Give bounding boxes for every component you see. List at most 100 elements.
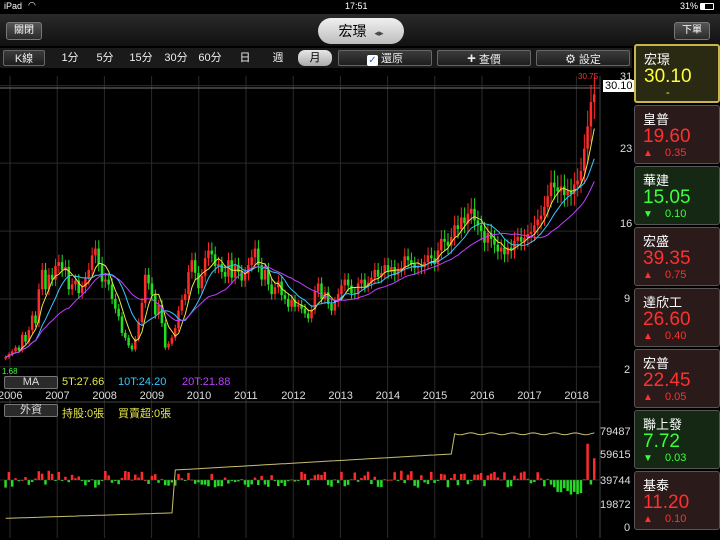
candle-body — [296, 304, 300, 307]
candle-body — [469, 208, 473, 214]
period-30min[interactable]: 30分 — [160, 50, 192, 66]
year-label: 2015 — [422, 390, 448, 402]
ma20-value: 20T:21.88 — [182, 376, 231, 388]
net-buy-bar — [140, 471, 144, 480]
quote-change-value: 0.35 — [665, 147, 687, 159]
foreign-investor-button[interactable]: 外資 — [4, 404, 58, 417]
candle-body — [533, 225, 536, 233]
period-5min[interactable]: 5分 — [90, 50, 120, 66]
candle-body — [94, 248, 97, 256]
candle-body — [117, 308, 120, 317]
net-buy-bar — [433, 479, 436, 484]
candle-body — [270, 284, 273, 295]
up-arrow-icon: ▲ — [643, 148, 653, 159]
net-buy-bar — [353, 472, 357, 480]
net-buy-bar — [559, 479, 563, 493]
net-buy-bar — [573, 479, 576, 492]
quote-change: ▲ 0.35 — [643, 147, 686, 159]
period-1min[interactable]: 1分 — [56, 50, 84, 66]
quote-card[interactable]: 基泰 11.20 ▲ 0.10 — [634, 471, 720, 530]
quote-change: ▼ 0.10 — [643, 208, 686, 220]
candle-body — [486, 233, 490, 243]
kline-button[interactable]: K線 — [3, 50, 45, 66]
net-buy-bar — [509, 479, 513, 487]
year-label: 2008 — [92, 390, 117, 402]
quote-card[interactable]: 華建 15.05 ▼ 0.10 — [634, 166, 720, 225]
net-buy-bar — [346, 479, 350, 485]
net-buy-bar — [313, 475, 317, 480]
net-buy-bar — [233, 479, 237, 483]
quote-card[interactable]: 宏普 22.45 ▲ 0.05 — [634, 349, 720, 408]
chart-toolbar: K線 1分 5分 15分 30分 60分 日 週 月 ✓ 還原 + 查價 ⚙ 設… — [0, 48, 632, 68]
ma10-value: 10T:24.20 — [118, 376, 167, 388]
candle-body — [553, 182, 556, 188]
quote-change-value: 0.40 — [665, 330, 687, 342]
candle-body — [290, 299, 293, 307]
net-buy-bar — [430, 471, 433, 480]
order-button[interactable]: 下單 — [674, 22, 710, 40]
period-day[interactable]: 日 — [233, 50, 257, 66]
quote-card[interactable]: 皇普 19.60 ▲ 0.35 — [634, 105, 720, 164]
net-buy-bar — [449, 477, 453, 480]
candle-body — [130, 345, 134, 350]
candle-body — [74, 280, 77, 285]
period-week[interactable]: 週 — [266, 50, 290, 66]
quote-card[interactable]: 達欣工 26.60 ▲ 0.40 — [634, 288, 720, 347]
candlesticks — [4, 76, 596, 361]
quote-card[interactable]: 宏盛 39.35 ▲ 0.75 — [634, 227, 720, 286]
candle-body — [592, 94, 596, 103]
candle-body — [124, 332, 127, 338]
price-chart[interactable] — [0, 68, 634, 540]
candle-body — [233, 265, 237, 278]
up-arrow-icon: ▲ — [643, 331, 653, 342]
status-bar: iPad ◠ 17:51 31% — [0, 0, 720, 14]
candle-body — [543, 206, 546, 216]
period-month[interactable]: 月 — [298, 50, 332, 66]
candle-body — [453, 225, 456, 237]
period-60min[interactable]: 60分 — [194, 50, 226, 66]
candle-body — [403, 256, 406, 268]
net-buy-bar — [503, 472, 506, 480]
candle-body — [566, 190, 569, 196]
net-buy-bar — [539, 478, 543, 480]
net-buy-bar — [479, 472, 483, 480]
candle-body — [40, 269, 44, 290]
candle-body — [197, 272, 200, 289]
restore-toggle[interactable]: ✓ 還原 — [338, 50, 432, 66]
settings-button[interactable]: ⚙ 設定 — [536, 50, 630, 66]
candle-body — [253, 248, 257, 258]
net-buy-bar — [529, 479, 533, 484]
candle-body — [499, 247, 503, 252]
close-button[interactable]: 關閉 — [6, 22, 42, 40]
stock-title-button[interactable]: 宏璟 ◂▸ — [318, 18, 404, 44]
down-arrow-icon: ▼ — [643, 453, 653, 464]
candle-body — [167, 343, 170, 348]
candle-body — [110, 284, 114, 299]
net-buy-bar — [197, 479, 200, 483]
ma-button[interactable]: MA — [4, 376, 58, 389]
candle-body — [87, 269, 90, 279]
candle-body — [17, 347, 21, 351]
sub-tick-0: 0 — [624, 522, 631, 534]
net-buy-bar — [124, 471, 127, 480]
candle-body — [459, 217, 463, 230]
y-tick-9: 9 — [624, 293, 631, 305]
net-buy-bar — [207, 479, 210, 487]
period-15min[interactable]: 15分 — [125, 50, 157, 66]
quote-price: 7.72 — [643, 431, 680, 452]
candle-body — [503, 247, 506, 255]
candle-body — [150, 283, 154, 296]
net-buy-bar — [496, 477, 500, 480]
year-label: 2013 — [328, 390, 353, 402]
quote-card[interactable]: 聯上發 7.72 ▼ 0.03 — [634, 410, 720, 469]
quote-change: ▲ 0.75 — [643, 269, 686, 281]
net-buy-bar — [483, 479, 486, 487]
down-arrow-icon: ▼ — [643, 209, 653, 220]
net-buy-bar — [247, 479, 250, 488]
candle-body — [263, 269, 267, 280]
net-buy-bar — [50, 473, 54, 480]
quote-price-button[interactable]: + 查價 — [437, 50, 531, 67]
net-buy-bar — [569, 479, 573, 495]
quote-card[interactable]: 宏璟 30.10- — [634, 44, 720, 103]
net-buy-bar — [37, 471, 41, 480]
